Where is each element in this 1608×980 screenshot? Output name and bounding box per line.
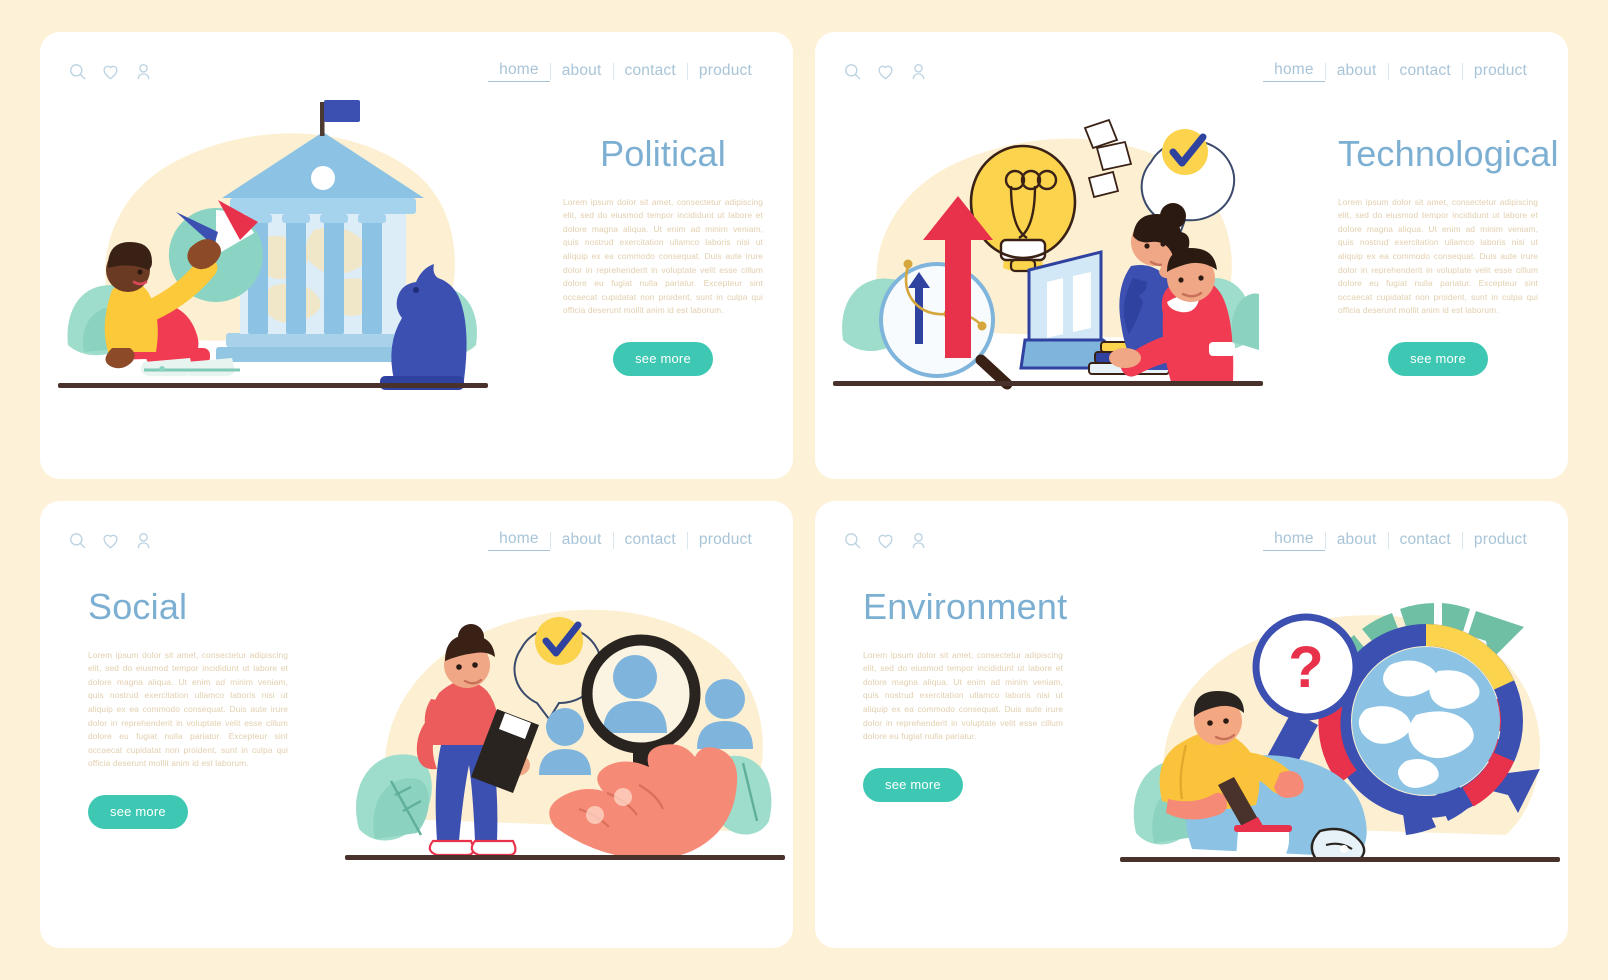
nav-links: home about contact product: [1263, 530, 1538, 551]
nav-icon-group: [68, 62, 153, 81]
heart-icon[interactable]: [101, 62, 120, 81]
page-title: Social: [88, 586, 188, 627]
content-environment: Environment Lorem ipsum dolor sit amet, …: [863, 586, 1068, 802]
nav-link-about[interactable]: about: [1326, 531, 1388, 549]
nav-link-home[interactable]: home: [1263, 530, 1325, 551]
panel-environment: home about contact product ? Environment…: [815, 501, 1568, 948]
search-icon[interactable]: [68, 531, 87, 550]
nav-link-product[interactable]: product: [688, 62, 763, 80]
heart-icon[interactable]: [876, 62, 895, 81]
navbar-technological: home about contact product: [815, 54, 1568, 88]
nav-link-contact[interactable]: contact: [1389, 531, 1462, 549]
nav-link-contact[interactable]: contact: [1389, 62, 1462, 80]
search-icon[interactable]: [843, 62, 862, 81]
illustration-political: [58, 90, 488, 390]
navbar-environment: home about contact product: [815, 523, 1568, 557]
panel-social: home about contact product Social Lorem …: [40, 501, 793, 948]
panel-technological: home about contact product Technological…: [815, 32, 1568, 479]
nav-link-home[interactable]: home: [488, 61, 550, 82]
body-text: Lorem ipsum dolor sit amet, consectetur …: [563, 196, 763, 316]
nav-link-home[interactable]: home: [1263, 61, 1325, 82]
body-text: Lorem ipsum dolor sit amet, consectetur …: [863, 649, 1063, 742]
nav-links: home about contact product: [488, 61, 763, 82]
nav-link-product[interactable]: product: [1463, 62, 1538, 80]
illustration-social: [345, 549, 785, 869]
nav-links: home about contact product: [1263, 61, 1538, 82]
illustration-technological: [833, 90, 1263, 390]
content-social: Social Lorem ipsum dolor sit amet, conse…: [88, 586, 288, 830]
nav-link-about[interactable]: about: [1326, 62, 1388, 80]
page-title: Environment: [863, 586, 1068, 627]
navbar-social: home about contact product: [40, 523, 793, 557]
search-icon[interactable]: [843, 531, 862, 550]
nav-link-about[interactable]: about: [551, 62, 613, 80]
nav-link-product[interactable]: product: [688, 531, 763, 549]
nav-link-product[interactable]: product: [1463, 531, 1538, 549]
heart-icon[interactable]: [876, 531, 895, 550]
content-technological: Technological Lorem ipsum dolor sit amet…: [1338, 133, 1559, 377]
nav-link-about[interactable]: about: [551, 531, 613, 549]
heart-icon[interactable]: [101, 531, 120, 550]
content-political: Political Lorem ipsum dolor sit amet, co…: [563, 133, 763, 377]
see-more-button[interactable]: see more: [88, 795, 188, 830]
user-icon[interactable]: [909, 62, 928, 81]
landing-page-set: home about contact product Political Lor…: [0, 0, 1608, 980]
navbar-political: home about contact product: [40, 54, 793, 88]
user-icon[interactable]: [909, 531, 928, 550]
nav-links: home about contact product: [488, 530, 763, 551]
nav-link-contact[interactable]: contact: [614, 62, 687, 80]
nav-link-contact[interactable]: contact: [614, 531, 687, 549]
nav-icon-group: [843, 62, 928, 81]
nav-link-home[interactable]: home: [488, 530, 550, 551]
body-text: Lorem ipsum dolor sit amet, consectetur …: [88, 649, 288, 769]
nav-icon-group: [68, 531, 153, 550]
page-title: Political: [600, 133, 726, 174]
page-title: Technological: [1338, 133, 1559, 174]
see-more-button[interactable]: see more: [1388, 342, 1488, 377]
user-icon[interactable]: [134, 531, 153, 550]
see-more-button[interactable]: see more: [613, 342, 713, 377]
panel-political: home about contact product Political Lor…: [40, 32, 793, 479]
illustration-environment: ?: [1120, 549, 1560, 869]
svg-text:?: ?: [1288, 635, 1323, 700]
body-text: Lorem ipsum dolor sit amet, consectetur …: [1338, 196, 1538, 316]
see-more-button[interactable]: see more: [863, 767, 963, 802]
search-icon[interactable]: [68, 62, 87, 81]
nav-icon-group: [843, 531, 928, 550]
user-icon[interactable]: [134, 62, 153, 81]
